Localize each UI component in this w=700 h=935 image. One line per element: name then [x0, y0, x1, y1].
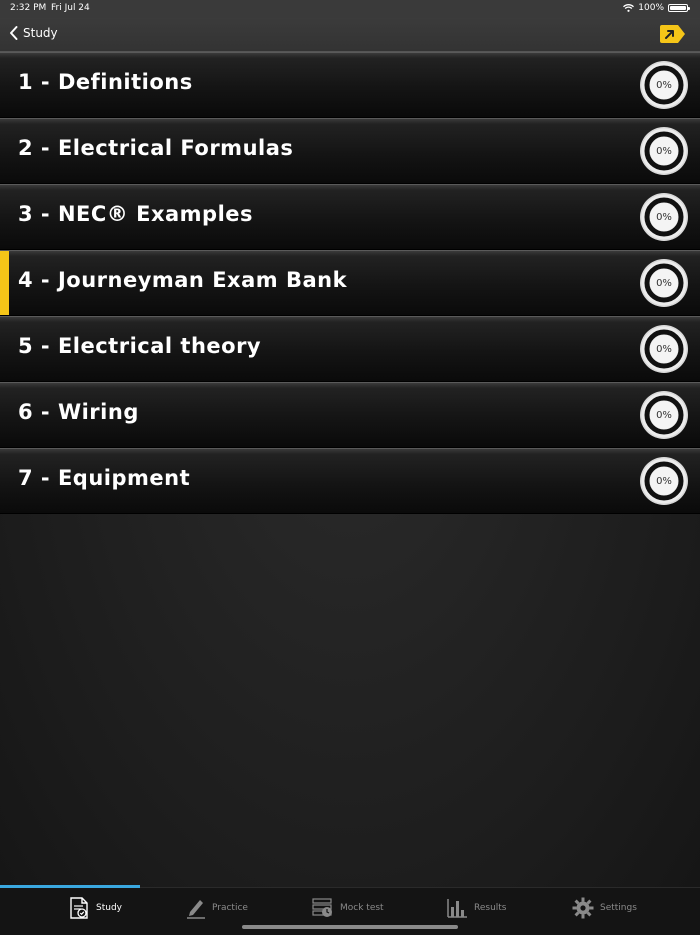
chapter-title: 2 - Electrical Formulas: [18, 136, 294, 160]
tab-study[interactable]: Study: [68, 896, 122, 920]
chapter-row[interactable]: 7 - Equipment 0%: [0, 448, 700, 514]
tab-bar: Study Practice Mock test Results Setting…: [0, 885, 700, 935]
progress-ring: 0%: [639, 390, 689, 440]
progress-ring: 0%: [639, 258, 689, 308]
status-bar: 2:32 PM Fri Jul 24 100%: [0, 0, 700, 18]
navigation-bar: Study: [0, 18, 700, 52]
status-time: 2:32 PM: [10, 3, 47, 13]
chapter-title: 3 - NEC® Examples: [18, 202, 254, 226]
progress-value: 0%: [656, 343, 672, 355]
wifi-icon: [623, 4, 635, 12]
tab-settings[interactable]: Settings: [572, 896, 637, 920]
progress-ring: 0%: [639, 456, 689, 506]
progress-ring: 0%: [639, 192, 689, 242]
back-button-label: Study: [23, 26, 58, 40]
battery-percent: 100%: [638, 3, 664, 13]
progress-value: 0%: [656, 475, 672, 487]
chapter-row[interactable]: 5 - Electrical theory 0%: [0, 316, 700, 382]
chapter-row[interactable]: 4 - Journeyman Exam Bank 0%: [0, 250, 700, 316]
mock-test-icon: [312, 898, 332, 917]
tab-results[interactable]: Results: [446, 896, 507, 920]
progress-ring: 0%: [639, 60, 689, 110]
chapter-row[interactable]: 6 - Wiring 0%: [0, 382, 700, 448]
tab-mock-test[interactable]: Mock test: [312, 896, 384, 920]
chapter-list: 1 - Definitions 0% 2 - Electrical Formulas…: [0, 52, 700, 514]
progress-value: 0%: [656, 211, 672, 223]
chevron-left-icon: [10, 26, 18, 40]
bar-chart-icon: [447, 899, 467, 918]
chapter-row[interactable]: 1 - Definitions 0%: [0, 52, 700, 118]
tab-practice[interactable]: Practice: [186, 896, 248, 920]
progress-value: 0%: [656, 79, 672, 91]
chapter-title: 4 - Journeyman Exam Bank: [18, 268, 348, 292]
selection-indicator: [0, 251, 9, 315]
chapter-title: 5 - Electrical theory: [18, 334, 262, 358]
progress-ring: 0%: [639, 324, 689, 374]
back-button[interactable]: Study: [8, 25, 58, 41]
active-tab-indicator: [0, 885, 140, 888]
progress-value: 0%: [656, 409, 672, 421]
tab-label: Results: [474, 903, 507, 913]
status-date: Fri Jul 24: [51, 3, 90, 13]
pencil-icon: [187, 900, 205, 919]
chapter-title: 6 - Wiring: [18, 400, 139, 424]
tab-label: Settings: [600, 903, 637, 913]
study-icon: [70, 897, 88, 919]
tab-label: Study: [96, 903, 122, 913]
tab-label: Mock test: [340, 903, 384, 913]
home-indicator: [242, 925, 458, 929]
chapter-row[interactable]: 3 - NEC® Examples 0%: [0, 184, 700, 250]
progress-value: 0%: [656, 145, 672, 157]
chapter-title: 7 - Equipment: [18, 466, 191, 490]
chapter-row[interactable]: 2 - Electrical Formulas 0%: [0, 118, 700, 184]
chapter-title: 1 - Definitions: [18, 70, 193, 94]
tab-label: Practice: [212, 903, 248, 913]
progress-ring: 0%: [639, 126, 689, 176]
battery-icon: [668, 4, 690, 12]
gear-icon: [572, 897, 594, 919]
progress-value: 0%: [656, 277, 672, 289]
share-icon[interactable]: [658, 24, 686, 44]
